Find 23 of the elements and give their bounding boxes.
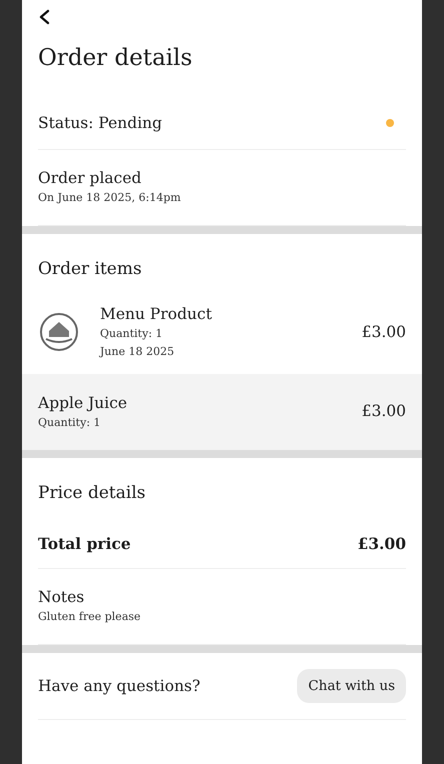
notes-text: Gluten free please bbox=[38, 610, 142, 623]
item-date: June 18 2025 bbox=[100, 345, 176, 358]
chat-button[interactable]: Chat with us bbox=[297, 669, 406, 703]
item-quantity: Quantity: 1 bbox=[38, 416, 102, 428]
section-title: Order items bbox=[38, 259, 143, 281]
section-title: Price details bbox=[38, 483, 146, 505]
total-label: Total price bbox=[38, 534, 131, 552]
back-icon[interactable] bbox=[38, 9, 52, 25]
notes-label: Notes bbox=[38, 588, 86, 606]
item-price: £3.00 bbox=[362, 402, 406, 420]
item-price: £3.00 bbox=[362, 322, 406, 340]
question-text: Have any questions? bbox=[38, 677, 200, 695]
total-price: £3.00 bbox=[357, 534, 406, 552]
item-name: Apple Juice bbox=[38, 394, 128, 412]
item-quantity: Quantity: 1 bbox=[100, 327, 164, 340]
item-name: Menu Product bbox=[100, 305, 213, 323]
order-item[interactable]: Menu Product Quantity: 1 June 18 2025 £3.00 bbox=[22, 293, 422, 374]
order-item[interactable]: Apple Juice Quantity: 1 £3.00 bbox=[22, 374, 422, 450]
page-title: Order details bbox=[38, 45, 194, 71]
order-placed-label: Order placed bbox=[38, 169, 142, 187]
status-text: Status: Pending bbox=[38, 114, 162, 132]
logo-icon bbox=[38, 310, 80, 352]
order-placed-date: On June 18 2025, 6:14pm bbox=[38, 191, 182, 204]
